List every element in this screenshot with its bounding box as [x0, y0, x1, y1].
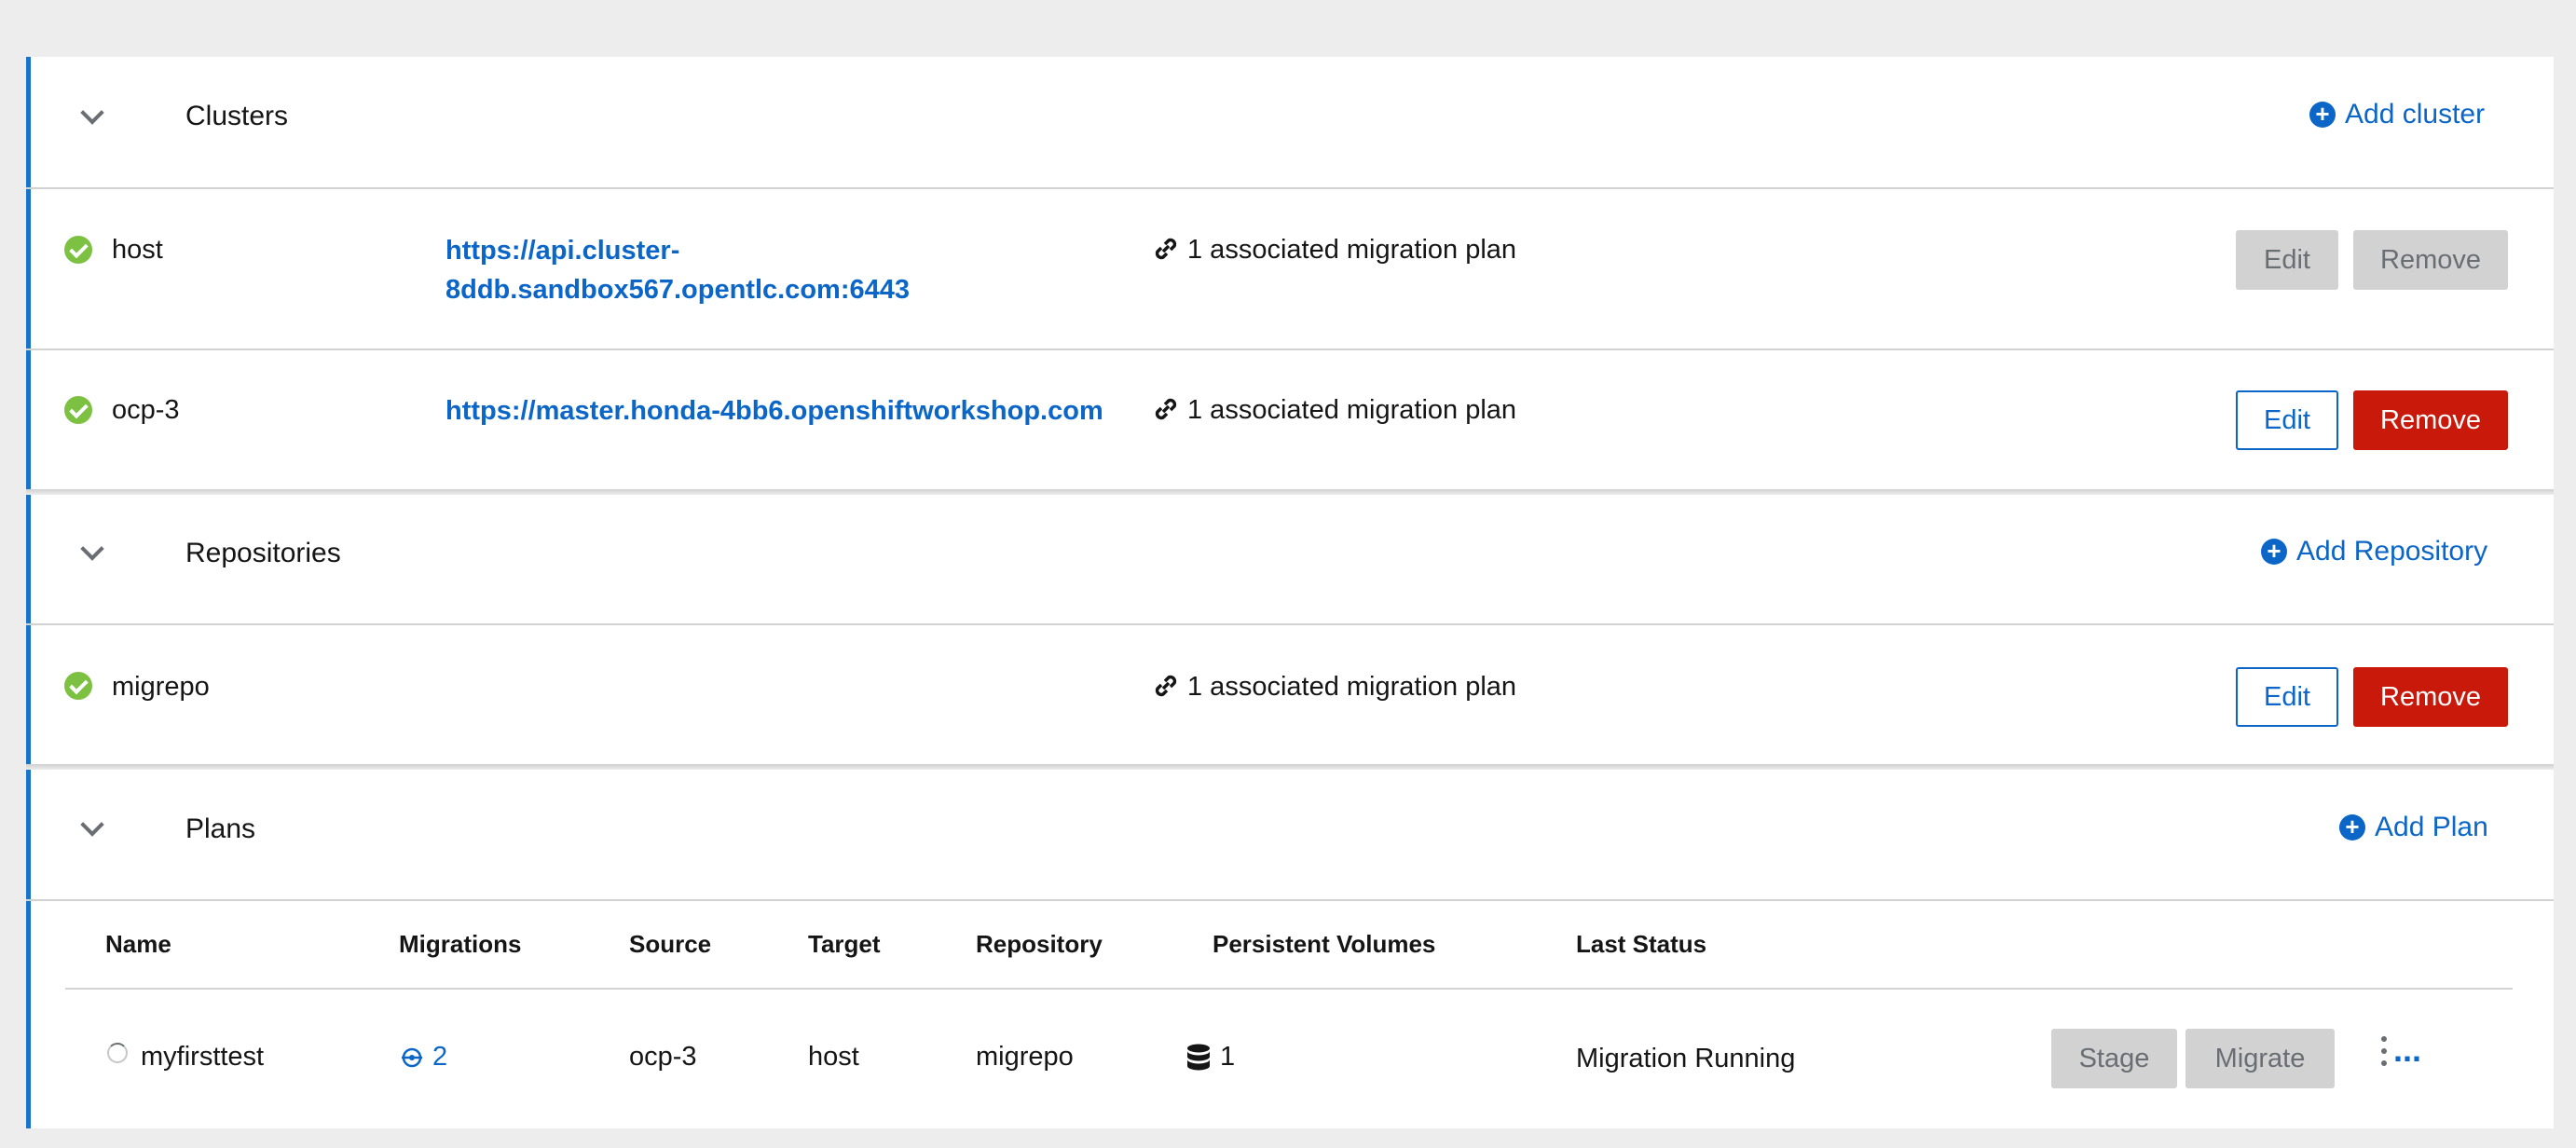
edit-button[interactable]: Edit: [2236, 667, 2338, 727]
plan-name: myfirsttest: [141, 1042, 265, 1072]
migration-icon: [402, 1047, 422, 1067]
link-icon: [1152, 395, 1180, 423]
status-ok-icon: [64, 236, 92, 264]
column-header-migrations: Migrations: [399, 930, 522, 958]
status-ok-icon: [64, 672, 92, 700]
cluster-name: ocp-3: [112, 395, 180, 425]
column-header-target: Target: [808, 930, 881, 958]
plus-circle-icon: +: [2261, 539, 2287, 565]
remove-button[interactable]: Remove: [2353, 667, 2508, 727]
plan-source: ocp-3: [629, 1042, 697, 1072]
database-icon: [1186, 1044, 1211, 1072]
plan-repository: migrepo: [976, 1042, 1074, 1072]
cluster-url-line2: 8ddb.sandbox567.opentlc.com:6443: [445, 275, 910, 305]
add-plan-button[interactable]: + Add Plan: [2339, 812, 2488, 843]
add-cluster-label: Add cluster: [2345, 99, 2486, 130]
plans-header: [26, 770, 2554, 899]
migrations-link[interactable]: 2: [399, 1042, 447, 1073]
spinner-icon: [107, 1043, 128, 1063]
remove-button[interactable]: Remove: [2353, 230, 2508, 290]
associated-plans-text: 1 associated migration plan: [1187, 395, 1517, 425]
add-repository-label: Add Repository: [2296, 536, 2488, 567]
column-header-persistent-volumes: Persistent Volumes: [1213, 930, 1436, 958]
plan-target: host: [808, 1042, 859, 1072]
stage-button[interactable]: Stage: [2051, 1029, 2177, 1088]
column-header-name: Name: [105, 930, 171, 958]
edit-button[interactable]: Edit: [2236, 230, 2338, 290]
status-ok-icon: [64, 396, 92, 424]
associated-plans-text: 1 associated migration plan: [1187, 672, 1517, 702]
clusters-title: Clusters: [185, 101, 289, 131]
repository-name: migrepo: [112, 672, 210, 702]
repositories-header: [26, 495, 2554, 623]
repositories-title: Repositories: [185, 538, 341, 568]
column-header-last-status: Last Status: [1576, 930, 1707, 958]
migrate-button[interactable]: Migrate: [2185, 1029, 2335, 1088]
cluster-url[interactable]: https://api.cluster- 8ddb.sandbox567.ope…: [445, 231, 910, 309]
table-row: myfirsttest 2 ocp-3 host migrepo 1 Migra…: [31, 990, 2554, 1129]
column-header-repository: Repository: [976, 930, 1103, 958]
column-header-source: Source: [629, 930, 712, 958]
plan-status: Migration Running: [1576, 1044, 1796, 1073]
kebab-menu-icon[interactable]: [2380, 1036, 2388, 1066]
remove-button[interactable]: Remove: [2353, 390, 2508, 450]
plan-pv-count: 1: [1220, 1042, 1236, 1072]
plans-title: Plans: [185, 813, 256, 844]
edit-button[interactable]: Edit: [2236, 390, 2338, 450]
add-cluster-button[interactable]: + Add cluster: [2309, 99, 2485, 130]
add-repository-button[interactable]: + Add Repository: [2261, 536, 2487, 567]
plus-circle-icon: +: [2309, 102, 2336, 128]
cluster-row-host: [26, 189, 2554, 348]
associated-plans-text: 1 associated migration plan: [1187, 235, 1517, 265]
cluster-url-line1: https://api.cluster-: [445, 236, 680, 266]
more-options-button[interactable]: ...: [2393, 1031, 2421, 1070]
link-icon: [1152, 672, 1180, 700]
clusters-header: [26, 57, 2554, 187]
cluster-name: host: [112, 235, 163, 265]
cluster-url[interactable]: https://master.honda-4bb6.openshiftworks…: [445, 391, 1103, 430]
plus-circle-icon: +: [2339, 814, 2365, 840]
migrations-count: 2: [432, 1042, 448, 1072]
link-icon: [1152, 235, 1180, 263]
add-plan-label: Add Plan: [2375, 812, 2488, 842]
